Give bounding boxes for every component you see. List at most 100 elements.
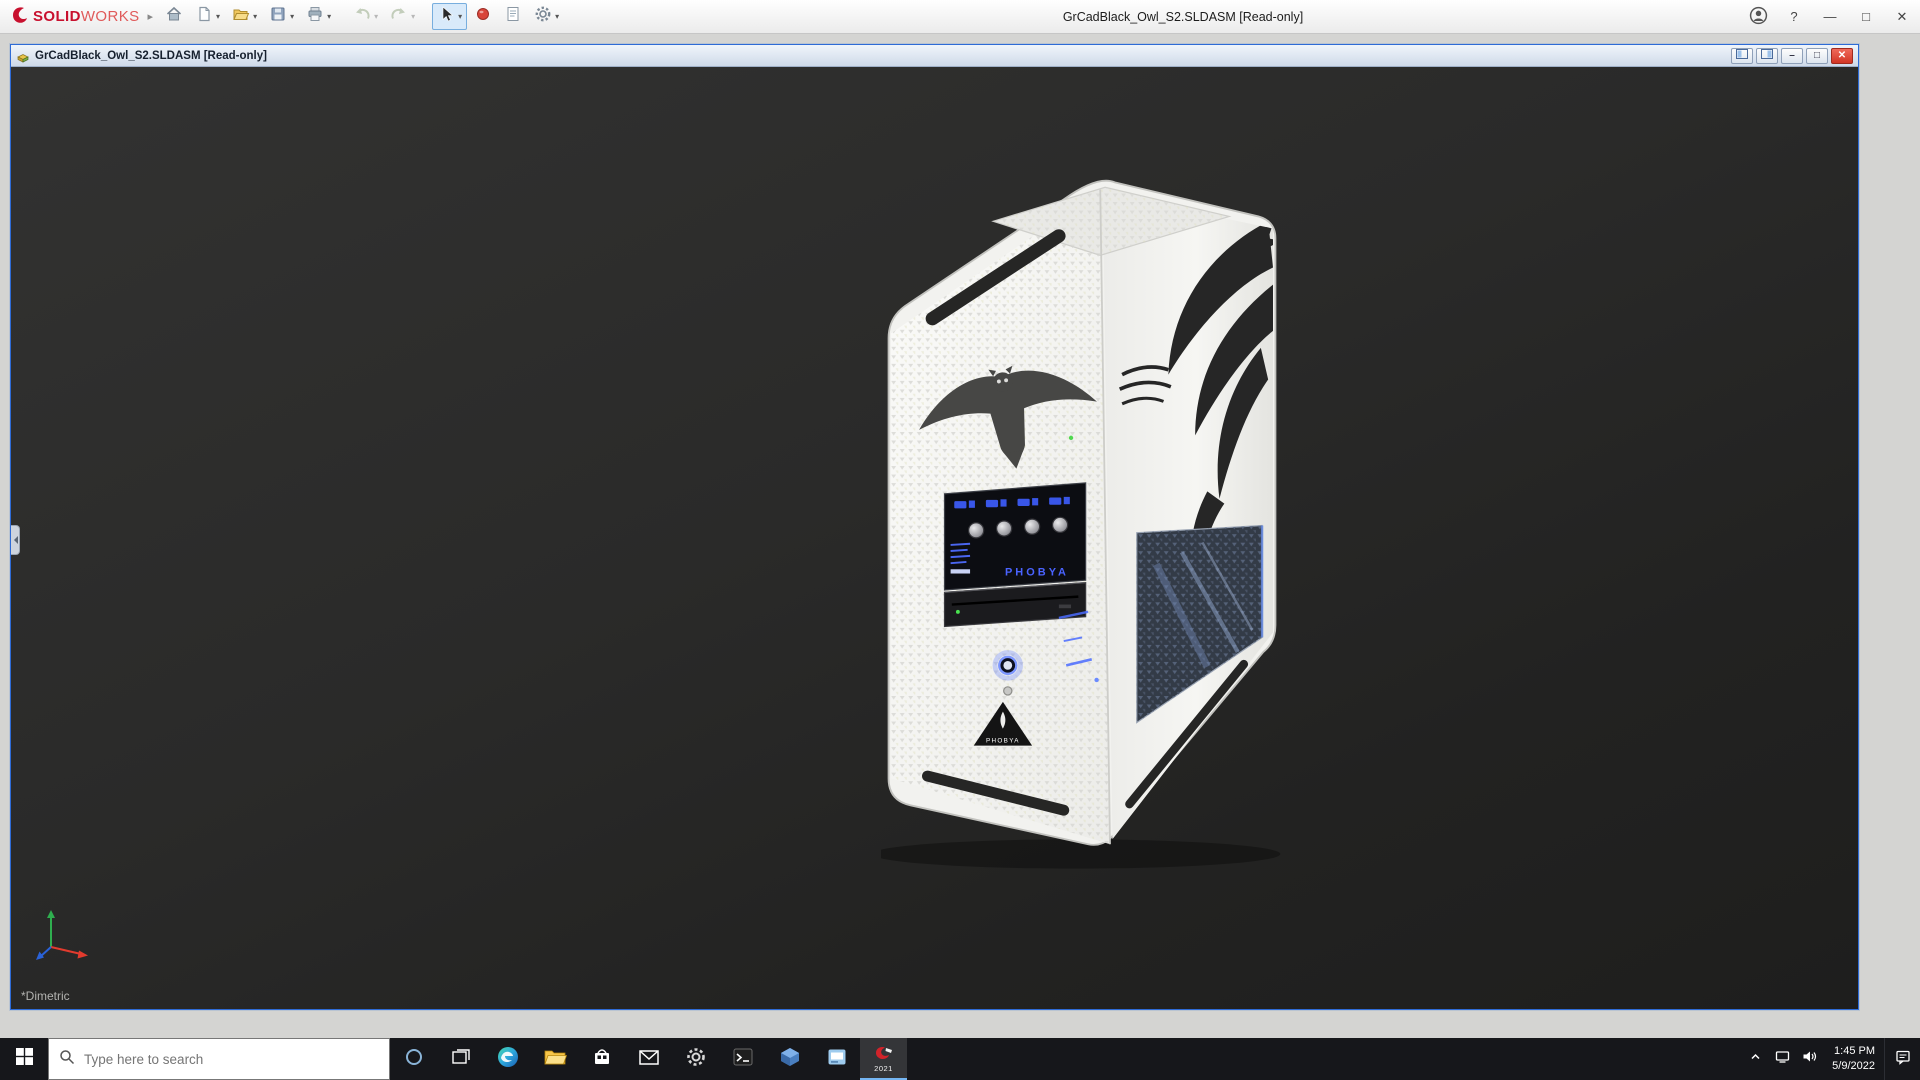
solidworks-logo[interactable]: SOLIDWORKS <box>0 4 146 29</box>
doc-pane-right-button[interactable] <box>1756 48 1778 64</box>
task-view-button[interactable] <box>437 1038 484 1080</box>
redo-button[interactable]: ▾ <box>385 3 420 30</box>
doc-minimize-button[interactable]: – <box>1781 48 1803 64</box>
windows-taskbar: 2021 1:45 PM 5/9/2022 <box>0 1038 1920 1080</box>
app-maximize-button[interactable]: □ <box>1848 0 1884 33</box>
maximize-icon: □ <box>1862 9 1870 24</box>
network-status-button[interactable] <box>1769 1038 1796 1080</box>
taskbar-clock[interactable]: 1:45 PM 5/9/2022 <box>1823 1038 1884 1080</box>
solidworks-wordmark: SOLIDWORKS <box>33 8 140 25</box>
search-input[interactable] <box>84 1052 379 1067</box>
gear-icon <box>534 5 552 28</box>
user-account-icon <box>1749 6 1768 28</box>
taskbar-app-settings[interactable] <box>672 1038 719 1080</box>
solidworks-version-label: 2021 <box>874 1065 893 1073</box>
clock-time: 1:45 PM <box>1834 1044 1875 1059</box>
clock-date: 5/9/2022 <box>1832 1059 1875 1074</box>
system-tray: 1:45 PM 5/9/2022 <box>1742 1038 1920 1080</box>
pane-right-icon <box>1761 49 1773 62</box>
app-minimize-button[interactable]: — <box>1812 0 1848 33</box>
task-view-icon <box>451 1047 471 1072</box>
edge-icon <box>496 1045 520 1074</box>
search-icon <box>59 1049 75 1070</box>
taskbar-app-edge[interactable] <box>484 1038 531 1080</box>
tray-chevron-button[interactable] <box>1742 1038 1769 1080</box>
new-document-button[interactable]: ▾ <box>190 3 225 30</box>
print-button[interactable]: ▾ <box>301 3 336 30</box>
model-3d-pc-case[interactable]: PHOBYA <box>881 141 1283 871</box>
action-center-button[interactable] <box>1884 1038 1920 1080</box>
taskbar-app-file-explorer[interactable] <box>531 1038 578 1080</box>
cortana-button[interactable] <box>390 1038 437 1080</box>
document-title: GrCadBlack_Owl_S2.SLDASM [Read-only] <box>35 50 267 62</box>
taskbar-app-mail[interactable] <box>625 1038 672 1080</box>
solidworks-logo-icon <box>10 4 30 29</box>
settings-gear-icon <box>685 1046 707 1073</box>
file-properties-button[interactable] <box>499 3 527 30</box>
edrawings-icon <box>779 1046 801 1073</box>
fan-controller-panel: PHOBYA <box>945 483 1086 590</box>
taskbar-search-box[interactable] <box>48 1038 390 1080</box>
file-properties-icon <box>504 5 522 28</box>
home-button[interactable] <box>160 3 188 30</box>
open-button[interactable]: ▾ <box>227 3 262 30</box>
microsoft-store-icon <box>591 1046 613 1073</box>
solidworks-titlebar: SOLIDWORKS ▸ ▾ ▾ ▾ ▾ ▾ ▾ ▾ ▾ GrC <box>0 0 1920 34</box>
taskbar-app-solidworks-rx[interactable] <box>813 1038 860 1080</box>
document-window: GrCadBlack_Owl_S2.SLDASM [Read-only] – □… <box>10 44 1859 1010</box>
options-button[interactable]: ▾ <box>529 3 564 30</box>
doc-close-button[interactable]: ✕ <box>1831 48 1853 64</box>
help-button[interactable]: ? <box>1776 0 1812 33</box>
doc-close-icon: ✕ <box>1838 50 1846 61</box>
taskbar-app-command-prompt[interactable] <box>719 1038 766 1080</box>
solidworks-rx-icon <box>826 1046 848 1073</box>
lcd-brand-text: PHOBYA <box>1005 566 1069 578</box>
save-icon <box>269 5 287 28</box>
feature-tree-collapse-tab[interactable] <box>11 525 20 555</box>
close-icon: ✕ <box>1897 9 1908 25</box>
reset-button <box>1004 687 1012 695</box>
open-folder-icon <box>232 5 250 28</box>
toolbar-expand-arrow[interactable]: ▸ <box>146 10 160 23</box>
assembly-document-icon <box>16 49 30 63</box>
taskbar-app-solidworks-2021[interactable]: 2021 <box>860 1038 907 1080</box>
undo-icon <box>353 5 371 28</box>
doc-restore-icon: □ <box>1814 50 1820 61</box>
document-titlebar[interactable]: GrCadBlack_Owl_S2.SLDASM [Read-only] – □… <box>11 45 1858 67</box>
undo-button[interactable]: ▾ <box>348 3 383 30</box>
speaker-icon <box>1802 1049 1817 1069</box>
app-window-title: GrCadBlack_Owl_S2.SLDASM [Read-only] <box>1063 10 1303 24</box>
help-icon: ? <box>1790 9 1797 24</box>
orientation-triad[interactable] <box>33 905 93 965</box>
new-document-icon <box>195 5 213 28</box>
mdi-workspace: GrCadBlack_Owl_S2.SLDASM [Read-only] – □… <box>0 34 1920 1038</box>
network-icon <box>1775 1049 1790 1069</box>
redo-icon <box>390 5 408 28</box>
cortana-icon <box>404 1047 424 1072</box>
doc-restore-button[interactable]: □ <box>1806 48 1828 64</box>
windows-logo-icon <box>16 1048 33 1070</box>
save-button[interactable]: ▾ <box>264 3 299 30</box>
doc-pane-left-button[interactable] <box>1731 48 1753 64</box>
phobya-logo-text: PHOBYA <box>986 738 1020 745</box>
chevron-up-icon <box>1749 1050 1762 1068</box>
taskbar-app-edrawings[interactable] <box>766 1038 813 1080</box>
command-prompt-icon <box>732 1046 754 1073</box>
start-button[interactable] <box>0 1038 48 1080</box>
volume-button[interactable] <box>1796 1038 1823 1080</box>
rebuild-icon <box>474 5 492 28</box>
doc-minimize-icon: – <box>1789 50 1795 61</box>
document-window-controls: – □ ✕ <box>1731 48 1853 64</box>
minimize-icon: — <box>1824 9 1837 24</box>
account-button[interactable] <box>1740 0 1776 33</box>
taskbar-app-microsoft-store[interactable] <box>578 1038 625 1080</box>
solidworks-app-icon <box>874 1045 894 1064</box>
app-window-controls: ? — □ ✕ <box>1740 0 1920 33</box>
home-icon <box>165 5 183 28</box>
print-icon <box>306 5 324 28</box>
rebuild-button[interactable] <box>469 3 497 30</box>
select-tool-button[interactable]: ▾ <box>432 3 467 30</box>
app-close-button[interactable]: ✕ <box>1884 0 1920 33</box>
viewport-3d[interactable]: PHOBYA <box>11 67 1858 1009</box>
power-button <box>995 653 1021 679</box>
